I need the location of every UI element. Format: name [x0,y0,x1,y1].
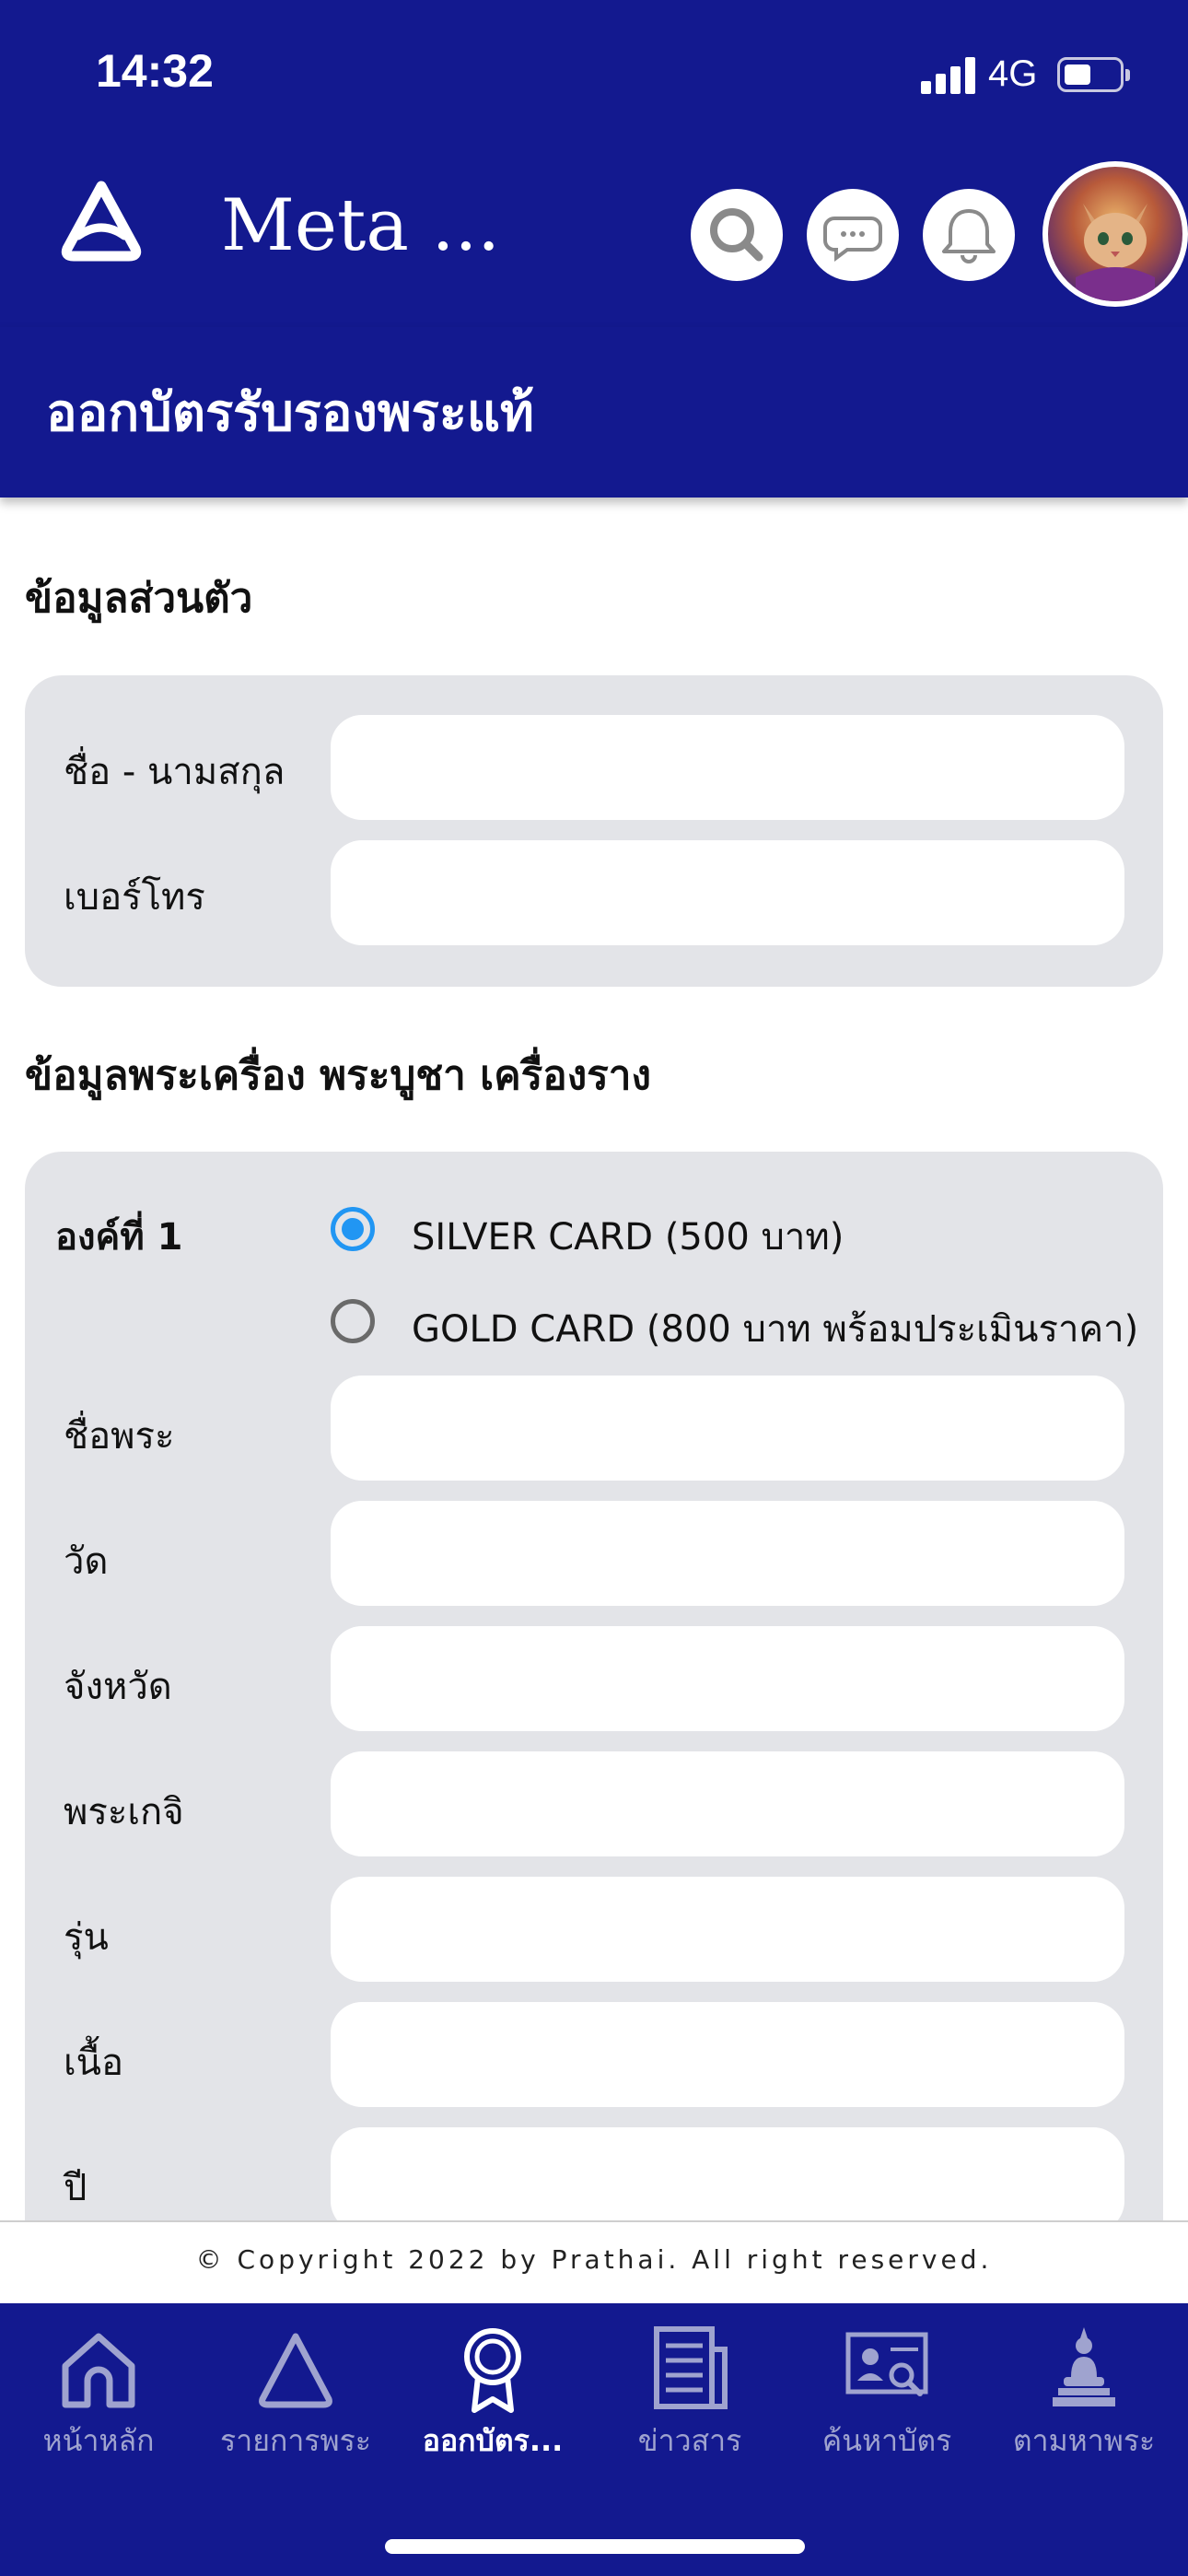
province-label: จังหวัด [64,1666,172,1708]
notifications-button[interactable] [923,189,1015,281]
province-input[interactable] [331,1626,1124,1731]
search-icon [710,208,763,262]
monk-label: พระเกจิ [64,1791,184,1833]
search-button[interactable] [691,189,783,281]
edition-label: รุ่น [64,1916,109,1959]
page-title: ออกบัตรรับรองพระแท้ [46,383,534,443]
temple-label: วัด [64,1540,109,1583]
personal-info-panel: ชื่อ - นามสกุล เบอร์โทร [25,675,1163,987]
home-icon [62,2333,135,2408]
triangle-icon [259,2333,332,2408]
year-label: ปี [64,2167,87,2209]
personal-info-heading: ข้อมูลส่วนตัว [25,575,253,622]
fullname-label: ชื่อ - นามสกุล [64,751,285,793]
buddha-icon [1053,2327,1115,2406]
monk-input[interactable] [331,1751,1124,1856]
status-bar: 14:32 4G [0,0,1188,152]
network-type: 4G [988,53,1038,94]
nav-search-card[interactable]: ค้นหาบัตร [788,2322,985,2460]
page-title-band: ออกบัตรรับรองพระแท้ [0,327,1188,498]
battery-icon [1057,57,1130,92]
silver-card-radio[interactable] [331,1207,375,1251]
silver-card-label[interactable]: SILVER CARD (500 บาท) [412,1207,844,1266]
fullname-input[interactable] [331,715,1124,820]
nav-home[interactable]: หน้าหลัก [0,2322,197,2460]
copyright-text: © Copyright 2022 by Prathai. All right r… [195,2244,993,2275]
news-icon [654,2326,728,2409]
cat-avatar-icon [1076,204,1155,301]
app-title: Meta ... [221,184,501,267]
bell-icon [942,209,996,263]
phone-input[interactable] [331,840,1124,945]
nav-home-label: หน้าหลัก [42,2423,155,2458]
phone-label: เบอร์โทร [64,876,205,919]
gold-card-label[interactable]: GOLD CARD (800 บาท พร้อมประเมินราคา) [412,1299,1138,1358]
nav-search-card-label: ค้นหาบัตร [821,2423,952,2458]
nav-find-amulet[interactable]: ตามหาพระ [985,2322,1182,2460]
card-search-icon [845,2332,928,2396]
avatar[interactable] [1042,161,1188,307]
nav-news-label: ข่าวสาร [637,2423,742,2458]
app-header: Meta ... [0,152,1188,327]
nav-news[interactable]: ข่าวสาร [591,2322,788,2460]
nav-amulet-list-label: รายการพระ [220,2423,371,2458]
edition-input[interactable] [331,1877,1124,1982]
temple-input[interactable] [331,1501,1124,1606]
chat-icon [823,217,882,262]
item-number-label: องค์ที่ 1 [55,1216,183,1259]
amulet-info-heading: ข้อมูลพระเครื่อง พระบูชา เครื่องราง [25,1052,652,1099]
signal-icon [921,57,976,94]
chat-button[interactable] [807,189,899,281]
home-indicator[interactable] [385,2539,805,2554]
app-logo-icon [61,181,142,262]
nav-find-amulet-label: ตามหาพระ [1012,2423,1156,2458]
badge-icon [464,2328,521,2413]
material-label: เนื้อ [64,2042,124,2084]
bottom-nav: หน้าหลัก รายการพระ ออกบัตร... ข่าวสาร ค้… [0,2303,1188,2576]
year-input[interactable] [331,2127,1124,2232]
gold-card-radio[interactable] [331,1299,375,1343]
amulet-name-label: ชื่อพระ [64,1415,175,1458]
status-time: 14:32 [96,45,214,97]
amulet-info-panel: องค์ที่ 1 SILVER CARD (500 บาท) GOLD CAR… [25,1152,1163,2257]
amulet-name-input[interactable] [331,1376,1124,1481]
copyright-bar: © Copyright 2022 by Prathai. All right r… [0,2220,1188,2303]
material-input[interactable] [331,2002,1124,2107]
nav-issue-card[interactable]: ออกบัตร... [394,2322,591,2460]
nav-issue-card-label: ออกบัตร... [422,2423,564,2458]
nav-amulet-list[interactable]: รายการพระ [197,2322,394,2460]
